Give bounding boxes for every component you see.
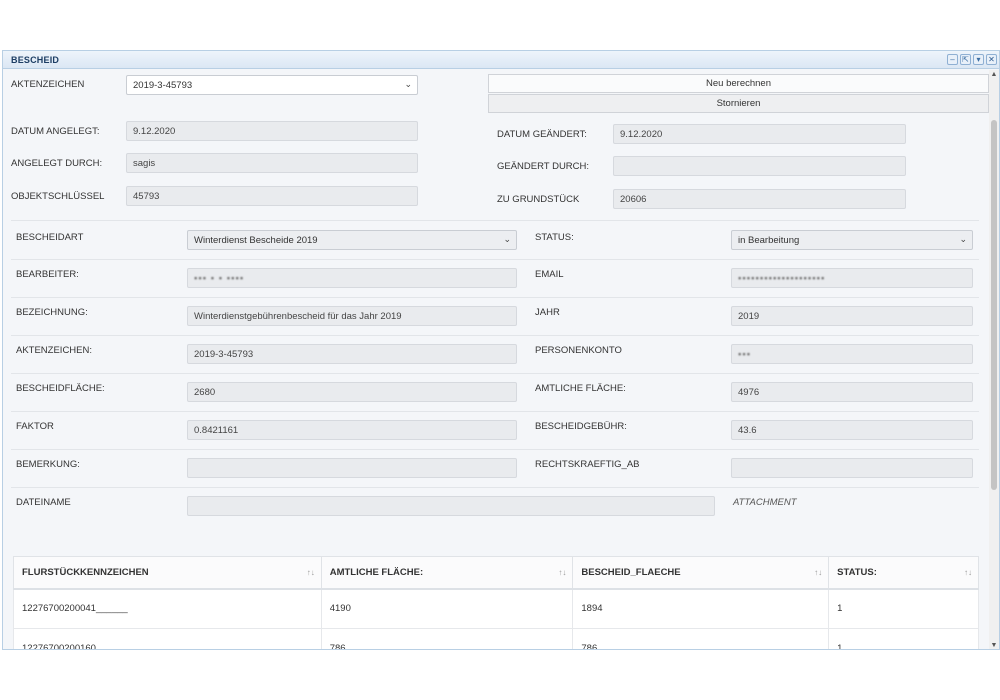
popout-icon[interactable]: ⇱ — [960, 54, 971, 65]
aktenzeichen-label: AKTENZEICHEN: — [16, 345, 93, 356]
table-cell: 1 — [828, 628, 979, 649]
table-cell: 12276700200041______ — [13, 588, 322, 629]
amtliche-flaeche-field[interactable]: 4976 — [731, 382, 973, 402]
row-divider — [11, 487, 979, 488]
bemerkung-label: BEMERKUNG: — [16, 459, 80, 470]
bescheid-window: BESCHEID – ⇱ ▾ ✕ AKTENZEICHEN 2019-3-457… — [2, 50, 1000, 650]
amtliche-flaeche-label: AMTLICHE FLÄCHE: — [535, 383, 626, 394]
collapse-icon[interactable]: ▾ — [973, 54, 984, 65]
objektschluessel-field[interactable]: 45793 — [126, 186, 418, 206]
bescheidgebuehr-label: BESCHEIDGEBÜHR: — [535, 421, 627, 432]
stornieren-button[interactable]: Stornieren — [488, 94, 989, 113]
table-cell: 1894 — [572, 588, 830, 629]
status-label: STATUS: — [535, 232, 574, 243]
row-divider — [11, 373, 979, 374]
table-cell: 4190 — [320, 588, 574, 629]
scroll-thumb[interactable] — [991, 120, 997, 490]
bescheidart-select-value: Winterdienst Bescheide 2019 — [194, 235, 318, 246]
aktenzeichen-field[interactable]: 2019-3-45793 — [187, 344, 517, 364]
objektschluessel-label: OBJEKTSCHLÜSSEL — [11, 191, 105, 202]
bemerkung-field[interactable] — [187, 458, 517, 478]
personenkonto-value: ▪▪▪ — [738, 349, 752, 360]
bescheidgebuehr-field[interactable]: 43.6 — [731, 420, 973, 440]
scroll-up-icon[interactable]: ▲ — [989, 70, 999, 80]
scroll-down-icon[interactable]: ▼ — [989, 641, 999, 649]
table-cell: 12276700200160______ — [13, 628, 322, 649]
email-label: EMAIL — [535, 269, 564, 280]
bescheidart-select[interactable]: Winterdienst Bescheide 2019 ⌄ — [187, 230, 517, 250]
flurstueck-table: FLURSTÜCKKENNZEICHEN ↑↓ AMTLICHE FLÄCHE: ↑… — [13, 556, 979, 649]
chevron-down-icon: ⌄ — [503, 234, 511, 244]
personenkonto-label: PERSONENKONTO — [535, 345, 622, 356]
jahr-label: JAHR — [535, 307, 560, 318]
datum-angelegt-label: DATUM ANGELEGT: — [11, 126, 100, 137]
table-row[interactable]: 12276700200041______ 4190 1894 1 — [13, 588, 979, 629]
angelegt-durch-label: ANGELEGT DURCH: — [11, 158, 103, 169]
rechtskraeftig-field[interactable] — [731, 458, 973, 478]
section-divider — [11, 220, 979, 221]
bearbeiter-value: ▪▪▪ ▪ ▪ ▪▪▪▪ — [194, 273, 245, 284]
window-title: BESCHEID — [11, 55, 60, 65]
attachment-link[interactable]: ATTACHMENT — [733, 497, 797, 508]
vertical-scrollbar[interactable]: ▲ ▼ — [989, 70, 999, 649]
row-divider — [11, 259, 979, 260]
bescheidflaeche-label: BESCHEIDFLÄCHE: — [16, 383, 105, 394]
bescheidflaeche-field[interactable]: 2680 — [187, 382, 517, 402]
table-row[interactable]: 12276700200160______ 786 786 1 — [13, 628, 979, 649]
email-field[interactable]: ▪▪▪▪▪▪▪▪▪▪▪▪▪▪▪▪▪▪▪▪ — [731, 268, 973, 288]
datum-angelegt-field[interactable]: 9.12.2020 — [126, 121, 418, 141]
bearbeiter-field[interactable]: ▪▪▪ ▪ ▪ ▪▪▪▪ — [187, 268, 517, 288]
window-titlebar: BESCHEID – ⇱ ▾ ✕ — [3, 51, 999, 69]
table-header-row: FLURSTÜCKKENNZEICHEN ↑↓ AMTLICHE FLÄCHE: ↑… — [13, 556, 979, 590]
rechtskraeftig-label: RECHTSKRAEFTIG_AB — [535, 459, 640, 470]
close-icon[interactable]: ✕ — [986, 54, 997, 65]
status-select-value: in Bearbeitung — [738, 235, 800, 246]
datum-geaendert-label: DATUM GEÄNDERT: — [497, 129, 587, 140]
table-cell: 786 — [572, 628, 830, 649]
zu-grundstueck-label: ZU GRUNDSTÜCK — [497, 194, 580, 205]
geaendert-durch-field[interactable] — [613, 156, 906, 176]
neu-berechnen-button[interactable]: Neu berechnen — [488, 74, 989, 93]
row-divider — [11, 297, 979, 298]
aktenzeichen-select[interactable]: 2019-3-45793 ⌄ — [126, 75, 418, 95]
column-header-amtliche-flaeche[interactable]: AMTLICHE FLÄCHE: ↑↓ — [320, 556, 574, 590]
angelegt-durch-field[interactable]: sagis — [126, 153, 418, 173]
chevron-down-icon: ⌄ — [404, 79, 412, 89]
chevron-down-icon: ⌄ — [959, 234, 967, 244]
row-divider — [11, 411, 979, 412]
sort-icon[interactable]: ↑↓ — [814, 568, 822, 577]
bearbeiter-label: BEARBEITER: — [16, 269, 79, 280]
faktor-field[interactable]: 0.8421161 — [187, 420, 517, 440]
row-divider — [11, 449, 979, 450]
geaendert-durch-label: GEÄNDERT DURCH: — [497, 161, 590, 172]
sort-icon[interactable]: ↑↓ — [964, 568, 972, 577]
sort-icon[interactable]: ↑↓ — [558, 568, 566, 577]
table-cell: 786 — [320, 628, 574, 649]
jahr-field[interactable]: 2019 — [731, 306, 973, 326]
column-header-flurstueck[interactable]: FLURSTÜCKKENNZEICHEN ↑↓ — [13, 556, 322, 590]
sort-icon[interactable]: ↑↓ — [307, 568, 315, 577]
aktenzeichen-top-label: AKTENZEICHEN — [11, 79, 85, 90]
column-header-bescheid-flaeche[interactable]: BESCHEID_FLAECHE ↑↓ — [572, 556, 830, 590]
email-value: ▪▪▪▪▪▪▪▪▪▪▪▪▪▪▪▪▪▪▪▪ — [738, 273, 826, 284]
row-divider — [11, 335, 979, 336]
bezeichnung-field[interactable]: Winterdienstgebührenbescheid für das Jah… — [187, 306, 517, 326]
window-controls: – ⇱ ▾ ✕ — [947, 54, 997, 65]
personenkonto-field[interactable]: ▪▪▪ — [731, 344, 973, 364]
minimize-icon[interactable]: – — [947, 54, 958, 65]
column-header-status[interactable]: STATUS: ↑↓ — [828, 556, 979, 590]
faktor-label: FAKTOR — [16, 421, 54, 432]
status-select[interactable]: in Bearbeitung ⌄ — [731, 230, 973, 250]
bescheidart-label: BESCHEIDART — [16, 232, 84, 243]
bezeichnung-label: BEZEICHNUNG: — [16, 307, 88, 318]
zu-grundstueck-field[interactable]: 20606 — [613, 189, 906, 209]
datum-geaendert-field[interactable]: 9.12.2020 — [613, 124, 906, 144]
table-cell: 1 — [828, 588, 979, 629]
window-content: AKTENZEICHEN 2019-3-45793 ⌄ Neu berechne… — [3, 70, 989, 649]
dateiname-field[interactable] — [187, 496, 715, 516]
dateiname-label: DATEINAME — [16, 497, 71, 508]
aktenzeichen-select-value: 2019-3-45793 — [133, 80, 193, 91]
